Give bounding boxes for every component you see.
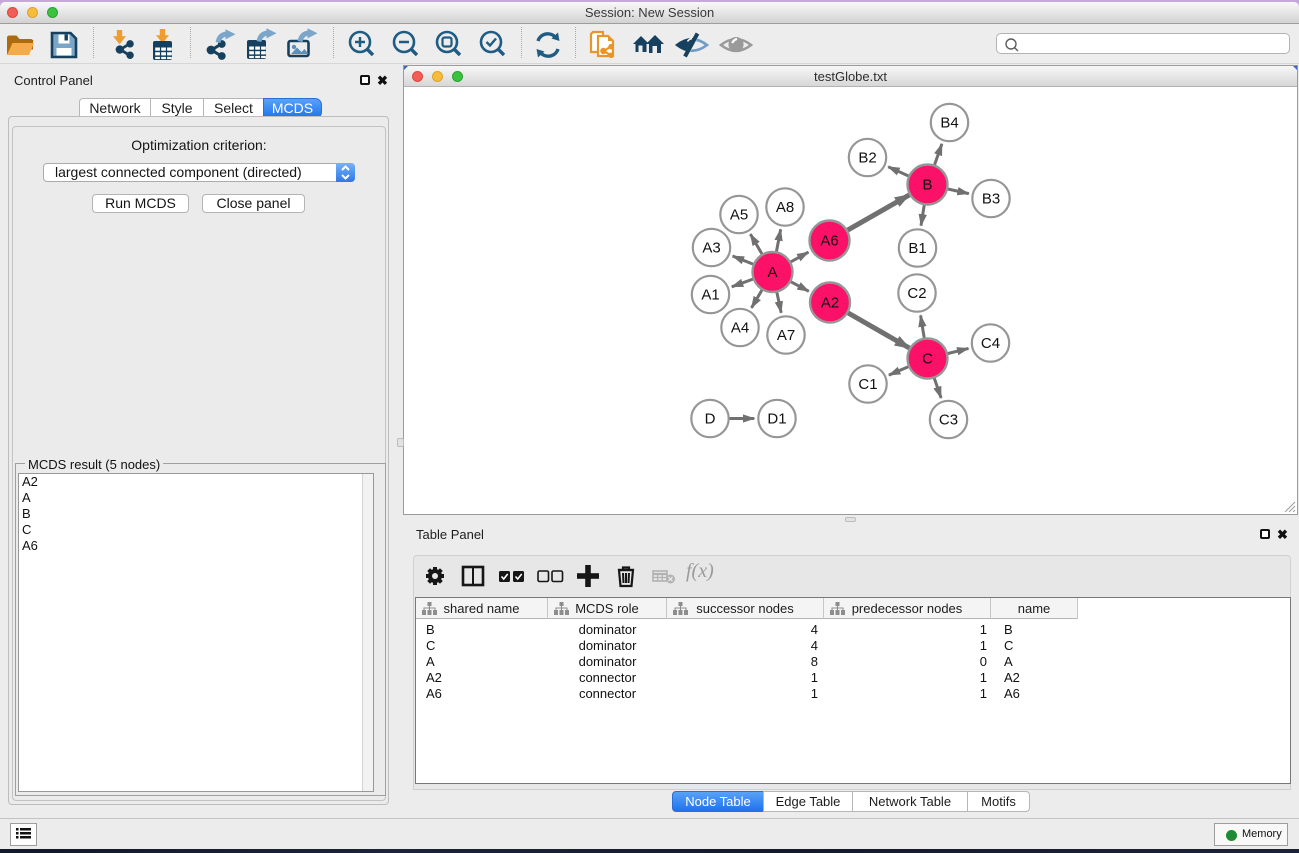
svg-text:D1: D1: [767, 411, 786, 428]
svg-text:C3: C3: [939, 412, 958, 429]
svg-text:D: D: [705, 411, 716, 428]
svg-text:C1: C1: [858, 376, 877, 393]
svg-text:A3: A3: [702, 240, 720, 257]
svg-text:B: B: [922, 177, 932, 194]
svg-text:B3: B3: [982, 191, 1000, 208]
svg-text:B1: B1: [908, 240, 926, 257]
svg-text:A7: A7: [777, 327, 795, 344]
svg-text:A2: A2: [821, 295, 839, 312]
svg-text:A1: A1: [701, 287, 719, 304]
svg-text:C: C: [922, 351, 933, 368]
svg-text:C2: C2: [907, 285, 926, 302]
svg-text:B4: B4: [940, 115, 958, 132]
svg-text:A8: A8: [776, 199, 794, 216]
svg-text:A5: A5: [730, 207, 748, 224]
svg-text:A: A: [767, 264, 777, 281]
svg-text:A4: A4: [731, 320, 749, 337]
svg-text:A6: A6: [820, 233, 838, 250]
svg-text:C4: C4: [981, 335, 1000, 352]
svg-text:B2: B2: [858, 150, 876, 167]
